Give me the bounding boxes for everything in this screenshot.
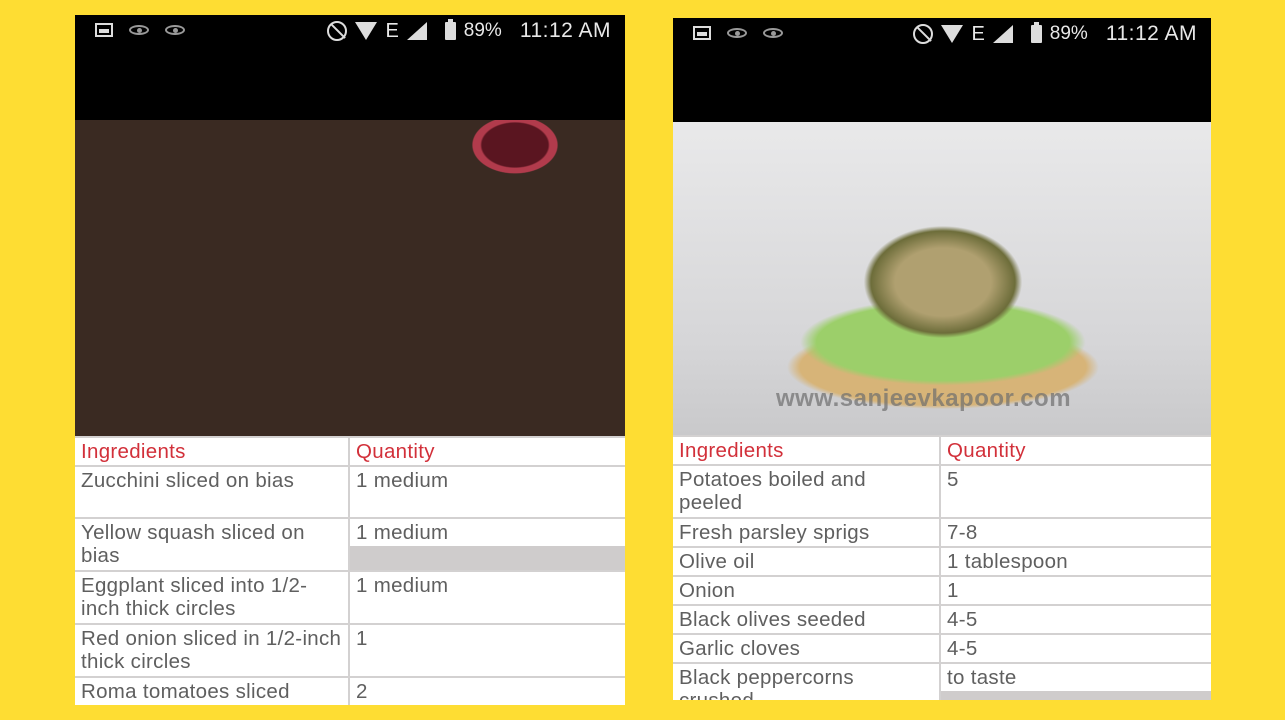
wifi-icon xyxy=(355,22,378,40)
quantity-cell: 1 xyxy=(941,577,1211,604)
battery-percent: 89% xyxy=(463,20,502,41)
gallery-notification-icon xyxy=(693,26,711,40)
status-bar: E 89% 11:12 AM xyxy=(75,15,625,49)
ingredient-cell: Roma tomatoes sliced xyxy=(75,678,350,705)
network-type: E xyxy=(385,19,399,42)
phone-screen-left: E 89% 11:12 AM Ingredients Quantity Zucc… xyxy=(75,15,625,705)
quantity-cell: 2 xyxy=(350,678,625,705)
eye-notification-icon xyxy=(727,28,747,38)
header-quantity: Quantity xyxy=(350,438,625,465)
header-ingredients: Ingredients xyxy=(75,438,350,465)
battery-icon xyxy=(444,19,456,40)
status-bar: E 89% 11:12 AM xyxy=(673,18,1211,52)
table-row: Olive oil 1 tablespoon xyxy=(673,546,1211,575)
ingredients-table: Ingredients Quantity Zucchini sliced on … xyxy=(75,436,625,705)
table-row: Black peppercorns crushed to taste xyxy=(673,662,1211,700)
quantity-cell: 1 medium xyxy=(350,572,625,623)
recipe-photo: www.sanjeevkapoor.com xyxy=(673,122,1211,435)
do-not-disturb-icon xyxy=(327,21,348,41)
eye-notification-icon xyxy=(165,25,185,35)
ingredients-table: Ingredients Quantity Potatoes boiled and… xyxy=(673,435,1211,700)
gallery-notification-icon xyxy=(95,23,113,37)
clock: 11:12 AM xyxy=(1105,22,1197,45)
header-quantity: Quantity xyxy=(941,437,1211,464)
phone-screen-right: E 89% 11:12 AM www.sanjeevkapoor.com Ing… xyxy=(673,18,1211,700)
table-row: Red onion sliced in 1/2-inch thick circl… xyxy=(75,623,625,676)
recipe-photo xyxy=(75,120,625,436)
quantity-cell: to taste xyxy=(941,664,1211,700)
ingredient-cell: Zucchini sliced on bias xyxy=(75,467,350,517)
signal-icon xyxy=(992,25,1013,43)
table-row: Onion 1 xyxy=(673,575,1211,604)
ingredient-cell: Eggplant sliced into 1/2-inch thick circ… xyxy=(75,572,350,623)
ingredient-cell: Fresh parsley sprigs xyxy=(673,519,941,546)
quantity-cell: 7-8 xyxy=(941,519,1211,546)
table-row: Fresh parsley sprigs 7-8 xyxy=(673,517,1211,546)
header-ingredients: Ingredients xyxy=(673,437,941,464)
photo-watermark: www.sanjeevkapoor.com xyxy=(776,385,1072,412)
quantity-cell: 4-5 xyxy=(941,635,1211,662)
battery-percent: 89% xyxy=(1049,23,1088,44)
table-row: Roma tomatoes sliced 2 xyxy=(75,676,625,705)
table-header-row: Ingredients Quantity xyxy=(75,436,625,465)
quantity-cell: 4-5 xyxy=(941,606,1211,633)
ingredient-cell: Black olives seeded xyxy=(673,606,941,633)
table-row: Zucchini sliced on bias 1 medium xyxy=(75,465,625,517)
do-not-disturb-icon xyxy=(913,24,934,44)
ingredient-cell: Olive oil xyxy=(673,548,941,575)
quantity-cell: 5 xyxy=(941,466,1211,517)
ingredient-cell: Red onion sliced in 1/2-inch thick circl… xyxy=(75,625,350,676)
network-type: E xyxy=(971,22,985,45)
wifi-icon xyxy=(941,25,964,43)
table-row: Potatoes boiled and peeled 5 xyxy=(673,464,1211,517)
table-row: Yellow squash sliced on bias 1 medium xyxy=(75,517,625,570)
signal-icon xyxy=(406,22,427,40)
table-row: Eggplant sliced into 1/2-inch thick circ… xyxy=(75,570,625,623)
clock: 11:12 AM xyxy=(519,19,611,42)
table-row: Black olives seeded 4-5 xyxy=(673,604,1211,633)
battery-icon xyxy=(1030,22,1042,43)
ingredient-cell: Onion xyxy=(673,577,941,604)
ingredient-cell: Garlic cloves xyxy=(673,635,941,662)
eye-notification-icon xyxy=(129,25,149,35)
quantity-cell: 1 tablespoon xyxy=(941,548,1211,575)
ingredient-cell: Black peppercorns crushed xyxy=(673,664,941,700)
ingredient-cell: Yellow squash sliced on bias xyxy=(75,519,350,570)
ingredient-cell: Potatoes boiled and peeled xyxy=(673,466,941,517)
quantity-cell: 1 medium xyxy=(350,519,625,570)
table-row: Garlic cloves 4-5 xyxy=(673,633,1211,662)
eye-notification-icon xyxy=(763,28,783,38)
quantity-cell: 1 xyxy=(350,625,625,676)
quantity-cell: 1 medium xyxy=(350,467,625,517)
table-header-row: Ingredients Quantity xyxy=(673,435,1211,464)
